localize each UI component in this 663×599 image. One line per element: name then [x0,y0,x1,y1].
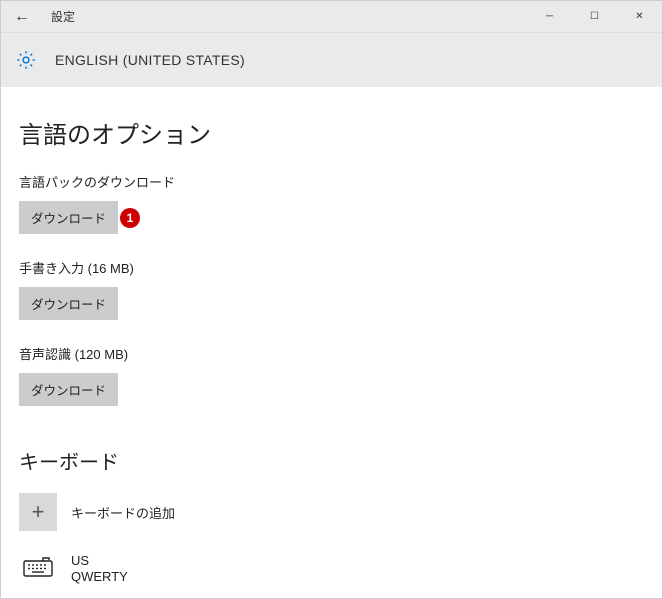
speech-download-button[interactable]: ダウンロード [19,373,118,406]
handwriting-label: 手書き入力 (16 MB) [19,258,644,277]
keyboard-item-name: US [71,553,128,569]
window-title: 設定 [51,8,75,25]
keyboard-heading: キーボード [19,446,644,475]
handwriting-download-button[interactable]: ダウンロード [19,287,118,320]
keyboard-item-us-qwerty[interactable]: US QWERTY [19,553,644,586]
add-keyboard-button[interactable]: + キーボードの追加 [19,493,644,531]
content-area: 言語のオプション 言語パックのダウンロード ダウンロード 1 手書き入力 (16… [1,87,662,598]
breadcrumb-label: ENGLISH (UNITED STATES) [55,52,245,68]
close-button[interactable]: ✕ [617,1,662,33]
page-title: 言語のオプション [19,115,644,150]
maximize-button[interactable]: ☐ [572,1,617,33]
language-pack-label: 言語パックのダウンロード [19,172,644,191]
gear-icon [15,49,37,71]
titlebar: ← 設定 ─ ☐ ✕ [1,1,662,33]
plus-icon: + [19,493,57,531]
back-button[interactable]: ← [1,1,43,33]
speech-label: 音声認識 (120 MB) [19,344,644,363]
language-pack-download-button[interactable]: ダウンロード [19,201,118,234]
add-keyboard-label: キーボードの追加 [71,503,175,522]
keyboard-icon [19,553,57,577]
minimize-button[interactable]: ─ [527,1,572,33]
breadcrumb: ENGLISH (UNITED STATES) [1,33,662,87]
keyboard-item-layout: QWERTY [71,569,128,585]
annotation-badge: 1 [120,208,140,228]
